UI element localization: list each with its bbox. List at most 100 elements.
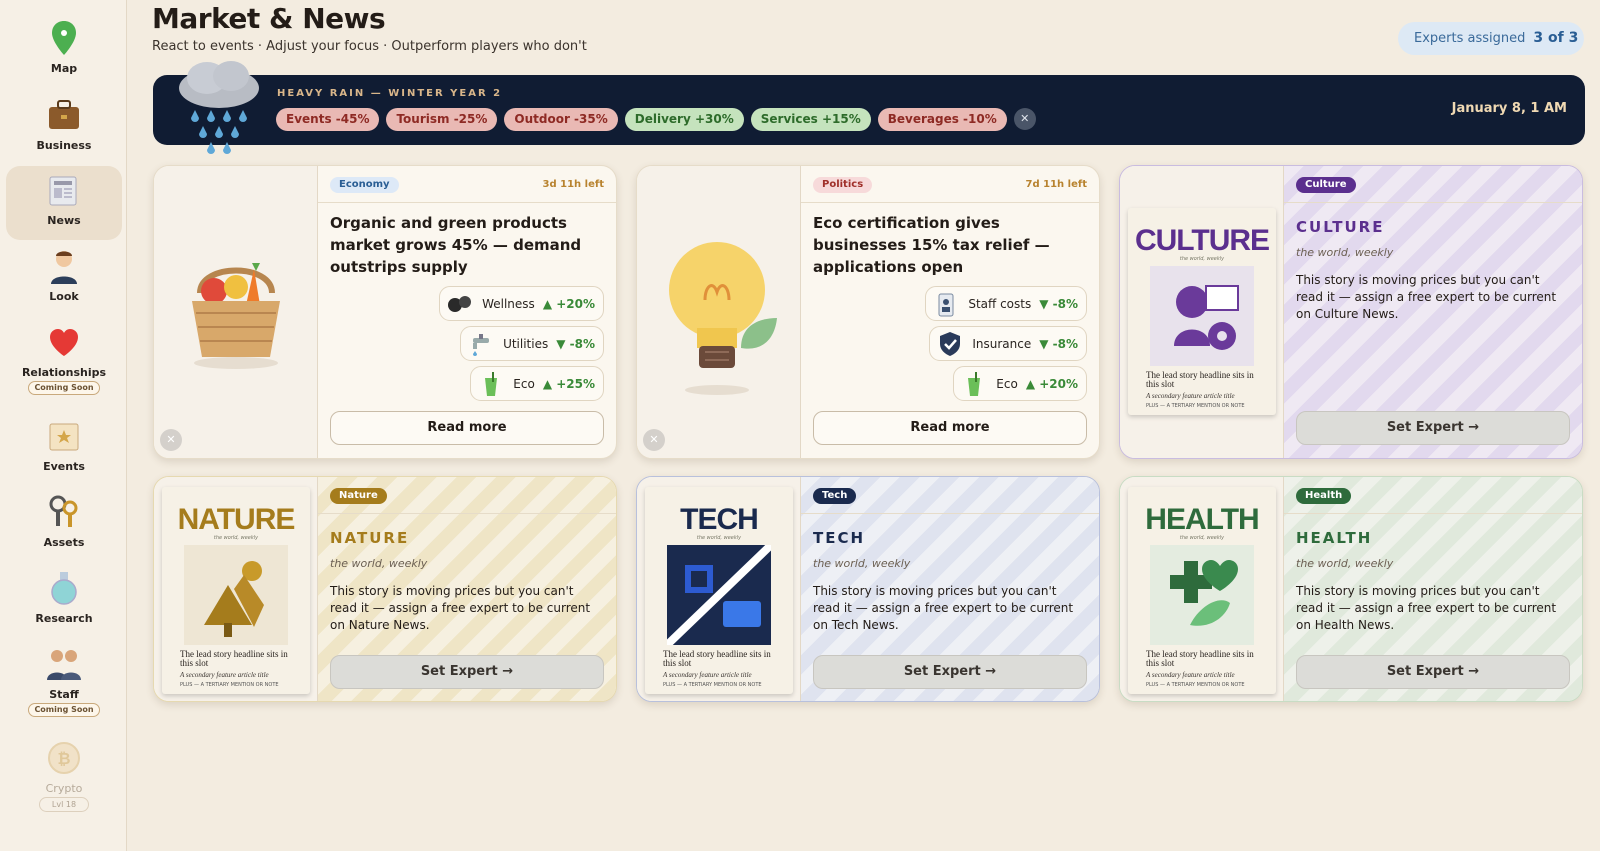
set-expert-button[interactable]: Set Expert → — [1296, 655, 1570, 689]
magazine-cover: TECH the world, weekly The lead story he… — [645, 487, 793, 694]
sidebar-item-research[interactable]: Research — [6, 564, 122, 638]
locked-tagline: the world, weekly — [1296, 557, 1394, 570]
cover-subtitle: the world, weekly — [1179, 535, 1225, 541]
effect-row: Insurance ▼ -8% — [929, 326, 1087, 361]
calendar-star-icon — [49, 423, 79, 451]
effect-chip: Services +15% — [750, 107, 871, 131]
cover-masthead: HEALTH — [1145, 503, 1259, 536]
category-tag: Culture — [1296, 177, 1356, 193]
sidebar-item-label: Staff — [49, 688, 79, 701]
read-more-button[interactable]: Read more — [813, 411, 1087, 445]
sidebar-item-events[interactable]: Events — [6, 412, 122, 486]
briefcase-icon — [49, 100, 79, 129]
page-subtitle: React to events · Adjust your focus · Ou… — [152, 39, 587, 54]
news-card-header: Politics 7d 11h left — [801, 166, 1099, 203]
cover-tertiary: PLUS — A TERTIARY MENTION OR NOTE — [663, 682, 762, 688]
tree-sun-icon — [184, 545, 288, 645]
dismiss-news-button[interactable]: ✕ — [643, 429, 665, 451]
faucet-icon — [473, 333, 490, 356]
green-drink-icon — [968, 371, 981, 396]
time-left: 3d 11h left — [542, 179, 604, 190]
magazine-cover-area: HEALTH the world, weekly The lead story … — [1120, 477, 1284, 701]
cover-subtitle: the world, weekly — [1179, 256, 1225, 262]
sidebar-item-look[interactable]: Look — [6, 242, 122, 316]
flask-icon — [51, 572, 77, 605]
effect-row: Utilities ▼ -8% — [460, 326, 604, 361]
dismiss-news-button[interactable]: ✕ — [160, 429, 182, 451]
close-banner-button[interactable]: ✕ — [1013, 108, 1036, 130]
sidebar-item-map[interactable]: Map — [6, 14, 122, 88]
sidebar-item-label: Assets — [43, 536, 85, 549]
sidebar-item-label: News — [47, 214, 81, 227]
magazine-cover-area: TECH the world, weekly The lead story he… — [637, 477, 801, 701]
cover-secondary: A secondary feature article title — [180, 671, 269, 679]
cover-secondary: A secondary feature article title — [663, 671, 752, 679]
sidebar-item-label: Crypto — [45, 782, 83, 795]
effect-name: Eco — [513, 376, 535, 391]
category-tag: Politics — [813, 177, 873, 193]
set-expert-button[interactable]: Set Expert → — [1296, 411, 1570, 445]
cover-subtitle: the world, weekly — [696, 535, 742, 541]
cover-lead: The lead story headline sits in this slo… — [180, 649, 288, 668]
weather-event-banner: HEAVY RAIN — WINTER YEAR 2 Events -45% T… — [153, 61, 1585, 154]
magazine-cover-area: NATURE the world, weekly The lead story … — [154, 477, 318, 701]
circuit-chip-icon — [667, 545, 771, 645]
news-content: Politics 7d 11h left Eco certification g… — [801, 166, 1099, 458]
set-expert-button[interactable]: Set Expert → — [813, 655, 1087, 689]
sidebar-item-news[interactable]: News — [6, 166, 122, 240]
id-badge-icon — [938, 293, 954, 316]
news-headline: Organic and green products market grows … — [330, 214, 582, 276]
page-title: Market & News — [152, 2, 386, 35]
keys-icon — [49, 495, 78, 527]
effect-row: Wellness ▲ +20% — [439, 286, 604, 321]
time-left: 7d 11h left — [1025, 179, 1087, 190]
read-more-button[interactable]: Read more — [330, 411, 604, 445]
effect-value: ▲ +25% — [542, 376, 595, 391]
news-illustration: ✕ — [154, 166, 318, 458]
effect-value: ▲ +20% — [542, 296, 595, 311]
sidebar-item-business[interactable]: Business — [6, 91, 122, 165]
experts-label: Experts assigned — [1414, 31, 1526, 46]
category-tag: Tech — [813, 488, 857, 504]
news-card-header: Economy 3d 11h left — [318, 166, 616, 203]
cover-masthead: TECH — [680, 503, 759, 536]
magazine-cover: NATURE the world, weekly The lead story … — [162, 487, 310, 694]
cover-masthead: NATURE — [177, 503, 296, 536]
category-tag: Nature — [330, 488, 387, 504]
effect-chip: Delivery +30% — [624, 107, 744, 131]
game-date: January 8, 1 AM — [1451, 101, 1567, 116]
effect-value: ▼ -8% — [1039, 336, 1078, 351]
set-expert-button[interactable]: Set Expert → — [330, 655, 604, 689]
locked-story-text: This story is moving prices but you can'… — [1296, 584, 1557, 632]
event-title: HEAVY RAIN — WINTER YEAR 2 — [277, 88, 503, 99]
effect-value: ▲ +20% — [1025, 376, 1078, 391]
heart-icon — [50, 329, 78, 356]
cover-tertiary: PLUS — A TERTIARY MENTION OR NOTE — [1146, 403, 1245, 409]
sidebar-item-label: Relationships — [21, 366, 107, 379]
sidebar-item-label: Map — [50, 62, 78, 75]
bust-film-reel-icon — [1150, 266, 1254, 366]
sidebar-item-assets[interactable]: Assets — [6, 488, 122, 562]
locked-story-text: This story is moving prices but you can'… — [813, 584, 1074, 632]
locked-category-title: CULTURE — [1296, 218, 1385, 236]
locked-content: Tech TECH the world, weekly This story i… — [801, 477, 1099, 701]
news-card-economy: ✕ Economy 3d 11h left Organic and green … — [153, 165, 617, 459]
locked-category-title: NATURE — [330, 529, 410, 547]
newspaper-icon — [49, 176, 77, 206]
dumbbell-icon — [448, 295, 472, 312]
rain-cloud-icon — [179, 61, 259, 154]
effect-value: ▼ -8% — [1039, 296, 1078, 311]
effect-name: Eco — [996, 376, 1018, 391]
effect-value: ▼ -8% — [556, 336, 595, 351]
sidebar-item-staff[interactable]: Staff Coming Soon — [6, 640, 122, 717]
sidebar-item-relationships[interactable]: Relationships Coming Soon — [6, 318, 122, 395]
cover-secondary: A secondary feature article title — [1146, 671, 1235, 679]
sidebar-item-crypto[interactable]: ₿ Crypto Lvl 18 — [6, 734, 122, 812]
sidebar-item-label: Research — [35, 612, 93, 625]
cover-lead: The lead story headline sits in this slo… — [1146, 370, 1254, 389]
category-tag: Health — [1296, 488, 1352, 504]
cover-tertiary: PLUS — A TERTIARY MENTION OR NOTE — [180, 682, 279, 688]
svg-text:₿: ₿ — [57, 749, 70, 768]
magazine-cover: CULTURE the world, weekly The lead story… — [1128, 208, 1276, 415]
news-card-culture-locked: CULTURE the world, weekly The lead story… — [1119, 165, 1583, 459]
